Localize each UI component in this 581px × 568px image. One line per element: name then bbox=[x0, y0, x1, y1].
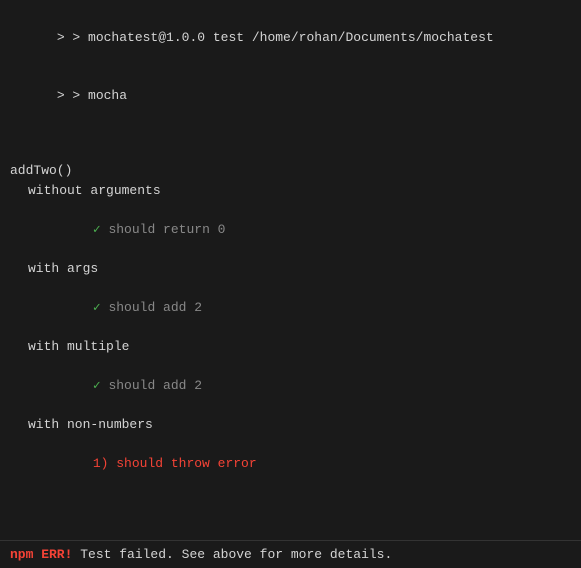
pass-text-3: should add 2 bbox=[108, 378, 202, 393]
pass-text-2: should add 2 bbox=[108, 300, 202, 315]
suite-with-multiple: with multiple bbox=[10, 337, 571, 357]
check-icon-2: ✓ bbox=[93, 300, 109, 315]
suite-non-numbers: with non-numbers bbox=[10, 415, 571, 435]
suite-without-args: without arguments bbox=[10, 181, 571, 201]
fail-throw-error: 1) should throw error bbox=[10, 434, 571, 493]
suite-with-args: with args bbox=[10, 259, 571, 279]
prompt-symbol-1: > bbox=[57, 30, 73, 45]
blank-2 bbox=[10, 143, 571, 161]
prompt-line-1: > > mochatest@1.0.0 test /home/rohan/Doc… bbox=[10, 8, 571, 67]
blank-1 bbox=[10, 125, 571, 143]
npm-error-bar: npm ERR! Test failed. See above for more… bbox=[0, 540, 581, 568]
cmd-text-2: > mocha bbox=[72, 88, 127, 103]
output-lines: > > mochatest@1.0.0 test /home/rohan/Doc… bbox=[10, 8, 571, 568]
blank-4 bbox=[10, 511, 571, 529]
pass-add-2-a: ✓ should add 2 bbox=[10, 278, 571, 337]
terminal: > > mochatest@1.0.0 test /home/rohan/Doc… bbox=[0, 0, 581, 568]
check-icon-3: ✓ bbox=[93, 378, 109, 393]
fail-label-1: should throw error bbox=[116, 456, 256, 471]
blank-3 bbox=[10, 493, 571, 511]
check-icon-1: ✓ bbox=[93, 222, 109, 237]
fail-number-1: 1) bbox=[93, 456, 109, 471]
cmd-text-1: > mochatest@1.0.0 test /home/rohan/Docum… bbox=[72, 30, 493, 45]
pass-return-0: ✓ should return 0 bbox=[10, 200, 571, 259]
suite-addtwo: addTwo() bbox=[10, 161, 571, 181]
prompt-symbol-2: > bbox=[57, 88, 73, 103]
npm-err-message: Test failed. See above for more details. bbox=[72, 547, 392, 562]
pass-text-1: should return 0 bbox=[108, 222, 225, 237]
prompt-line-2: > > mocha bbox=[10, 67, 571, 126]
npm-err-prefix: npm ERR! bbox=[10, 547, 72, 562]
pass-add-2-b: ✓ should add 2 bbox=[10, 356, 571, 415]
